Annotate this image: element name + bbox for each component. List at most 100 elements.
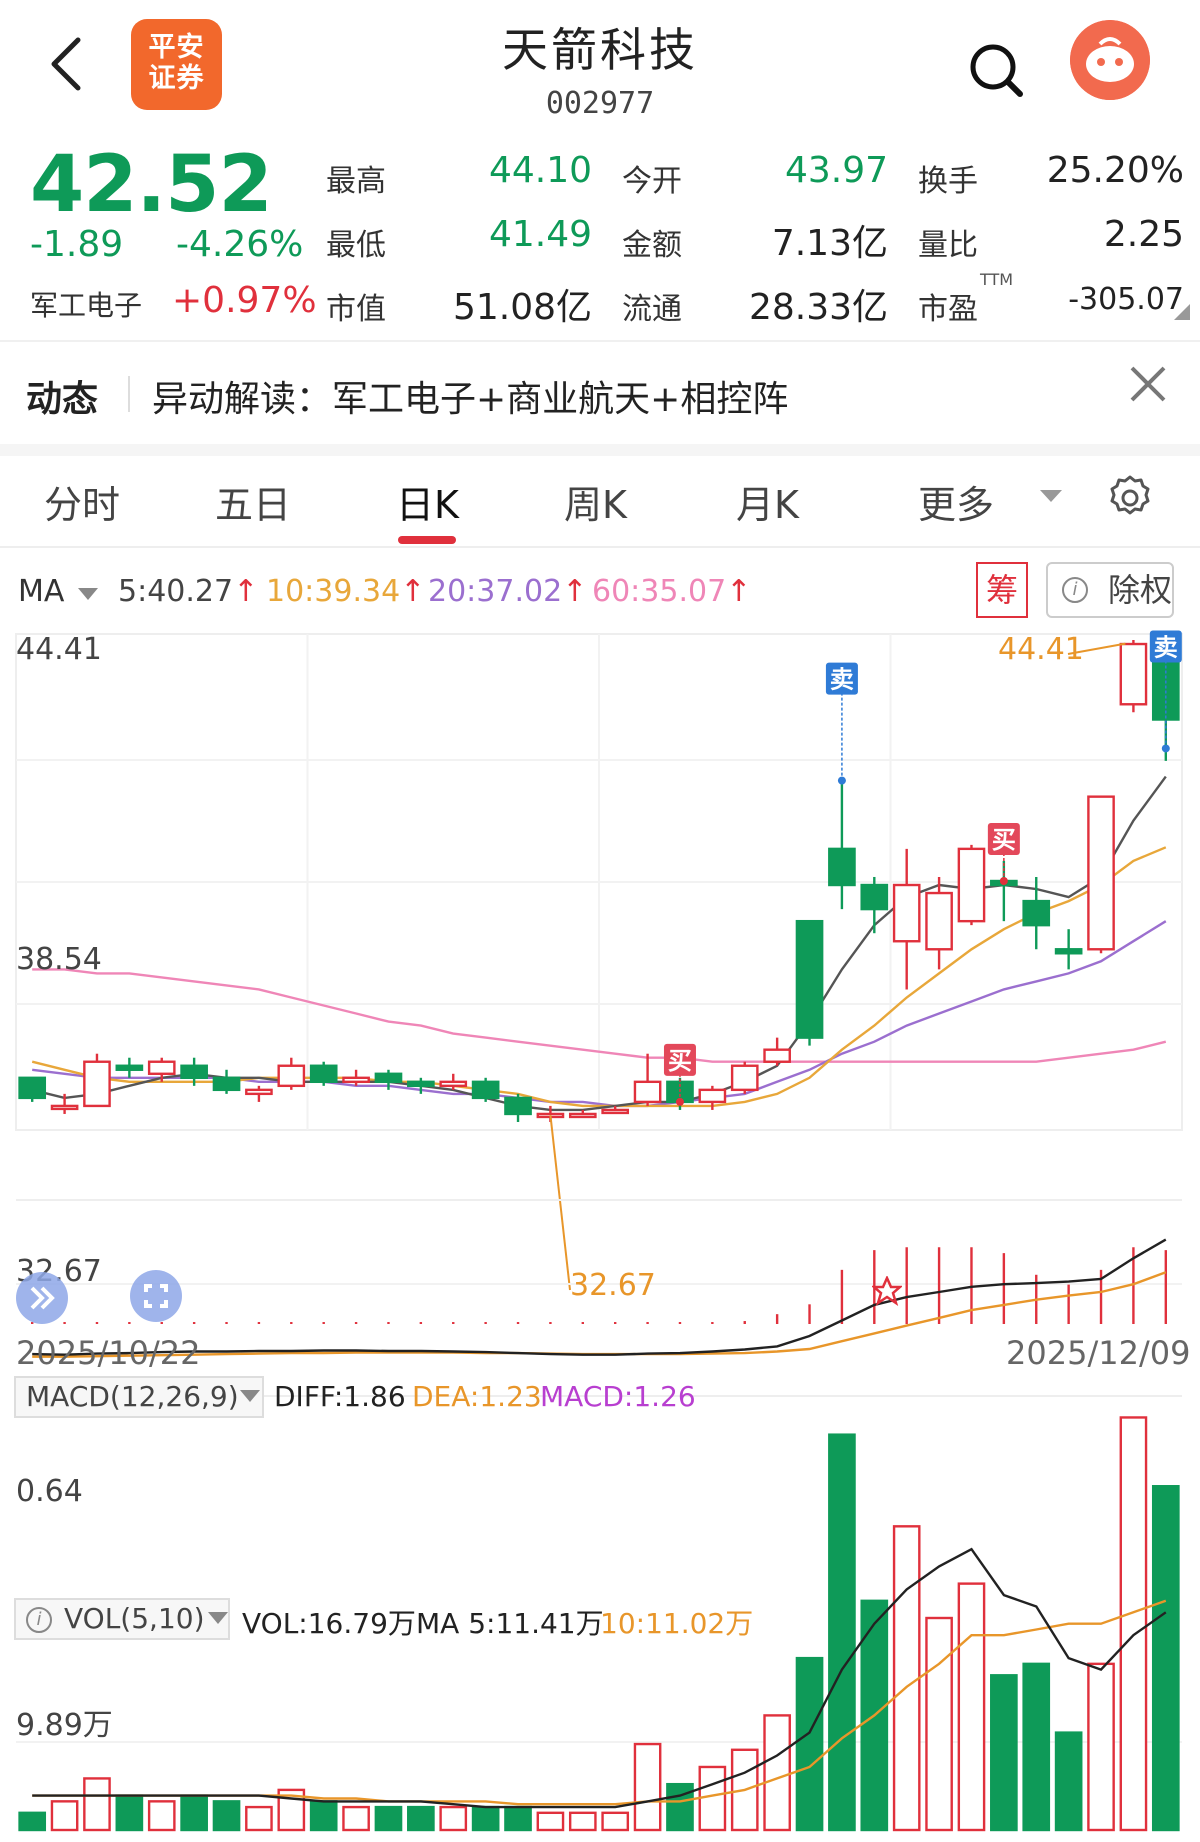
tab-five-day[interactable]: 五日 [215,474,291,529]
tab-intraday[interactable]: 分时 [44,474,120,529]
buy-signal: 买 [987,822,1020,885]
candle-body [277,1064,306,1088]
close-icon[interactable] [1126,362,1170,406]
volume-bar [115,1794,144,1832]
macd-selector[interactable]: MACD(12,26,9) [14,1376,264,1418]
macd-dea-value: DEA:1.23 [412,1380,542,1413]
volume-bar [536,1811,565,1832]
candle [342,1069,370,1086]
volume-bar [925,1616,953,1832]
candle-body [374,1072,403,1084]
tab-daily-k[interactable]: 日K [396,474,459,529]
assistant-avatar-icon[interactable] [1070,20,1150,100]
volume-bar [245,1805,273,1832]
ma-label[interactable]: MA [18,574,64,609]
kline-chart[interactable]: 买 卖买 卖 [0,624,1200,1842]
ex-rights-button[interactable]: i 除权 [1046,562,1174,618]
quote-value-mktcap: 51.08亿 [452,287,592,328]
double-chevron-right-icon [30,1286,55,1310]
candle-body [730,1064,759,1092]
candle [471,1077,500,1102]
candle [115,1057,144,1078]
header-bar: 平安 证券 天箭科技 002977 [0,0,1200,134]
candle-body [212,1076,241,1092]
news-divider [128,376,130,412]
quote-label-mktcap: 市值 [326,292,386,327]
candle [568,1109,597,1119]
quote-value-high: 44.10 [488,150,592,191]
quote-label-volratio: 量比 [918,228,978,263]
candle-body [601,1108,630,1115]
section-gap [0,444,1200,456]
search-icon[interactable] [966,40,1026,100]
volume-bar [18,1811,47,1832]
candle-body [698,1088,727,1104]
expand-corner-icon[interactable] [1174,304,1190,320]
signal-label: 买 [668,1047,692,1075]
chevron-down-icon[interactable] [240,1390,260,1402]
chip-distribution-button[interactable]: 筹 [976,562,1028,618]
candle-body [828,847,856,887]
volume-bar [633,1742,662,1832]
high-price-marker: 44.41 [998,632,1084,667]
volume-bar [83,1777,111,1832]
chevron-down-icon[interactable] [1040,490,1062,502]
price-change-pct: -4.26% [176,224,304,265]
vol-selector[interactable]: i VOL(5,10) [14,1598,230,1640]
volume-bar [407,1805,435,1832]
candle [1054,929,1083,970]
candle-body [50,1104,79,1111]
current-price: 42.52 [30,140,273,230]
sector-change-pct: +0.97% [172,280,317,321]
candle [860,876,889,934]
candle [245,1085,273,1102]
volume-bar [50,1800,79,1832]
tab-monthly-k[interactable]: 月K [736,474,799,529]
candle-body [633,1080,662,1104]
volume-bar [666,1782,694,1832]
candle [957,844,986,926]
vol-ma10-value: 10:11.02万 [600,1607,754,1640]
tab-more[interactable]: 更多 [918,474,994,529]
sector-name[interactable]: 军工电子 [30,284,142,324]
macd-diff-value: DIFF:1.86 [274,1380,406,1413]
candle-body [439,1080,468,1088]
candle [763,1037,791,1066]
vol-value: VOL:16.79万 [242,1607,416,1640]
candle-body [18,1076,47,1100]
candle-body [471,1080,500,1100]
candle-body [245,1088,273,1096]
candle-body [504,1096,532,1116]
chevron-down-icon[interactable] [208,1612,228,1624]
candle [309,1061,338,1086]
chevron-down-icon[interactable] [78,588,98,600]
volume-bar [1022,1662,1051,1832]
candle-body [957,847,986,923]
news-bar[interactable]: 动态 异动解读：军工电子+商业航天+相控阵 [0,340,1200,444]
volume-bar [892,1525,921,1832]
candle-body [1087,795,1115,951]
event-star-icon[interactable] [872,1276,902,1306]
volume-bar [1087,1662,1115,1832]
volume-bar [568,1811,597,1832]
macd-macd-value: MACD:1.26 [540,1380,696,1413]
vol-ma5-value: MA 5:11.41万 [416,1607,604,1640]
gear-icon[interactable] [1106,474,1154,522]
volume-bar [990,1674,1018,1832]
candle-body [147,1060,176,1075]
candle-body [925,891,953,951]
info-icon: i [1062,577,1088,603]
volume-bar [439,1805,468,1832]
signal-dot [1161,744,1170,753]
quote-value-open: 43.97 [784,150,888,191]
news-headline[interactable]: 异动解读：军工电子+商业航天+相控阵 [152,370,788,422]
price-axis-top: 44.41 [16,632,102,667]
tab-weekly-k[interactable]: 周K [564,474,627,529]
candle [795,919,824,1046]
fullscreen-button[interactable] [130,1270,182,1322]
expand-left-button[interactable] [16,1272,68,1324]
signal-dot [999,876,1008,885]
info-icon: i [26,1607,52,1633]
candle [1119,640,1148,713]
date-end: 2025/12/09 [1006,1334,1191,1372]
